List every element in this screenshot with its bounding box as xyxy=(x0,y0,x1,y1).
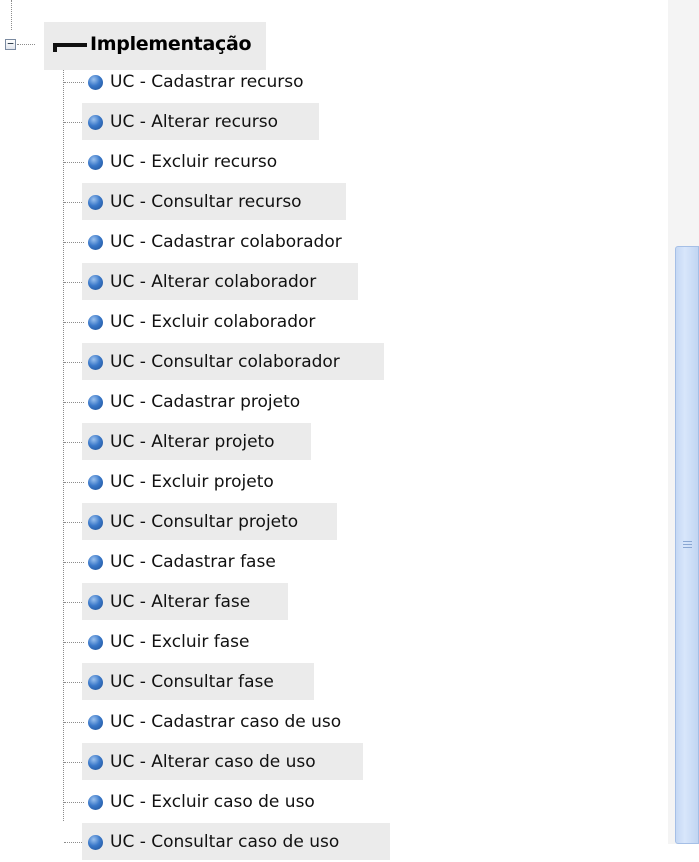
blue-sphere-icon xyxy=(88,195,103,210)
tree-connector-line xyxy=(64,562,84,563)
blue-sphere-icon xyxy=(88,75,103,90)
blue-sphere-icon xyxy=(88,595,103,610)
root-node-label[interactable]: Implementação xyxy=(90,33,252,55)
blue-sphere-icon xyxy=(88,235,103,250)
blue-sphere-icon xyxy=(88,755,103,770)
tree-connector-line xyxy=(11,0,12,30)
blue-sphere-icon xyxy=(88,155,103,170)
tree-item-label[interactable]: UC - Excluir colaborador xyxy=(110,312,315,332)
tree-connector-line xyxy=(64,682,84,683)
tree-connector-line xyxy=(64,362,84,363)
tree-item[interactable]: UC - Cadastrar fase xyxy=(64,542,424,582)
blue-sphere-icon xyxy=(88,395,103,410)
tree-connector-line xyxy=(64,402,84,403)
blue-sphere-icon xyxy=(88,795,103,810)
tree-item[interactable]: UC - Consultar caso de uso xyxy=(64,822,424,862)
tree-connector-line xyxy=(64,842,84,843)
tree-item-label[interactable]: UC - Cadastrar caso de uso xyxy=(110,712,341,732)
blue-sphere-icon xyxy=(88,835,103,850)
blue-sphere-icon xyxy=(88,355,103,370)
tree-view: − Implementação UC - Cadastrar recurso UC… xyxy=(0,0,668,860)
tree-item-label[interactable]: UC - Consultar recurso xyxy=(110,192,302,212)
tree-item[interactable]: UC - Consultar projeto xyxy=(64,502,424,542)
tree-item-label[interactable]: UC - Excluir recurso xyxy=(110,152,277,172)
tree-item[interactable]: UC - Alterar recurso xyxy=(64,102,424,142)
scrollbar-grip-icon xyxy=(683,541,692,548)
blue-sphere-icon xyxy=(88,475,103,490)
tree-item-label[interactable]: UC - Consultar fase xyxy=(110,672,274,692)
collapse-icon[interactable]: − xyxy=(5,38,16,50)
blue-sphere-icon xyxy=(88,315,103,330)
tree-item[interactable]: UC - Excluir projeto xyxy=(64,462,424,502)
blue-sphere-icon xyxy=(88,635,103,650)
tree-connector-line xyxy=(64,522,84,523)
tree-connector-line xyxy=(64,642,84,643)
tree-connector-line xyxy=(64,802,84,803)
tree-connector-line xyxy=(64,202,84,203)
blue-sphere-icon xyxy=(88,515,103,530)
tree-item[interactable]: UC - Cadastrar caso de uso xyxy=(64,702,424,742)
tree-connector-line xyxy=(64,442,84,443)
tree-item-label[interactable]: UC - Consultar colaborador xyxy=(110,352,340,372)
tree-item[interactable]: UC - Cadastrar projeto xyxy=(64,382,424,422)
tree-item[interactable]: UC - Consultar recurso xyxy=(64,182,424,222)
tree-item[interactable]: UC - Excluir colaborador xyxy=(64,302,424,342)
tree-item[interactable]: UC - Excluir recurso xyxy=(64,142,424,182)
tree-item-label[interactable]: UC - Cadastrar colaborador xyxy=(110,232,342,252)
tree-connector-line xyxy=(64,282,84,283)
tree-item-label[interactable]: UC - Alterar caso de uso xyxy=(110,752,316,772)
tree-item-label[interactable]: UC - Cadastrar recurso xyxy=(110,72,304,92)
tree-item-label[interactable]: UC - Alterar fase xyxy=(110,592,250,612)
tree-item-label[interactable]: UC - Alterar projeto xyxy=(110,432,275,452)
tree-item-label[interactable]: UC - Excluir caso de uso xyxy=(110,792,315,812)
blue-sphere-icon xyxy=(88,555,103,570)
tree-item[interactable]: UC - Cadastrar colaborador xyxy=(64,222,424,262)
blue-sphere-icon xyxy=(88,275,103,290)
black-bar-icon xyxy=(53,43,87,52)
blue-sphere-icon xyxy=(88,715,103,730)
tree-item[interactable]: UC - Excluir caso de uso xyxy=(64,782,424,822)
tree-connector-line xyxy=(64,762,84,763)
tree-item[interactable]: UC - Consultar fase xyxy=(64,662,424,702)
tree-item[interactable]: UC - Alterar projeto xyxy=(64,422,424,462)
tree-connector-line xyxy=(64,602,84,603)
tree-connector-line xyxy=(64,242,84,243)
tree-item-label[interactable]: UC - Consultar projeto xyxy=(110,512,298,532)
tree-connector-line xyxy=(64,82,84,83)
tree-item[interactable]: UC - Alterar colaborador xyxy=(64,262,424,302)
tree-item-label[interactable]: UC - Alterar recurso xyxy=(110,112,278,132)
tree-item-label[interactable]: UC - Cadastrar fase xyxy=(110,552,276,572)
tree-connector-line xyxy=(64,162,84,163)
blue-sphere-icon xyxy=(88,115,103,130)
tree-connector-line xyxy=(64,722,84,723)
tree-item-label[interactable]: UC - Consultar caso de uso xyxy=(110,832,339,852)
vertical-scrollbar-thumb[interactable] xyxy=(675,246,699,844)
tree-item[interactable]: UC - Cadastrar recurso xyxy=(64,62,424,102)
tree-connector-line xyxy=(17,44,35,45)
tree-item-label[interactable]: UC - Alterar colaborador xyxy=(110,272,316,292)
tree-connector-line xyxy=(64,322,84,323)
tree-connector-line xyxy=(64,482,84,483)
blue-sphere-icon xyxy=(88,675,103,690)
tree-item[interactable]: UC - Excluir fase xyxy=(64,622,424,662)
tree-item[interactable]: UC - Consultar colaborador xyxy=(64,342,424,382)
blue-sphere-icon xyxy=(88,435,103,450)
tree-connector-line xyxy=(64,122,84,123)
tree-item[interactable]: UC - Alterar fase xyxy=(64,582,424,622)
tree-item[interactable]: UC - Alterar caso de uso xyxy=(64,742,424,782)
tree-item-label[interactable]: UC - Excluir fase xyxy=(110,632,249,652)
tree-item-label[interactable]: UC - Excluir projeto xyxy=(110,472,274,492)
tree-item-label[interactable]: UC - Cadastrar projeto xyxy=(110,392,300,412)
